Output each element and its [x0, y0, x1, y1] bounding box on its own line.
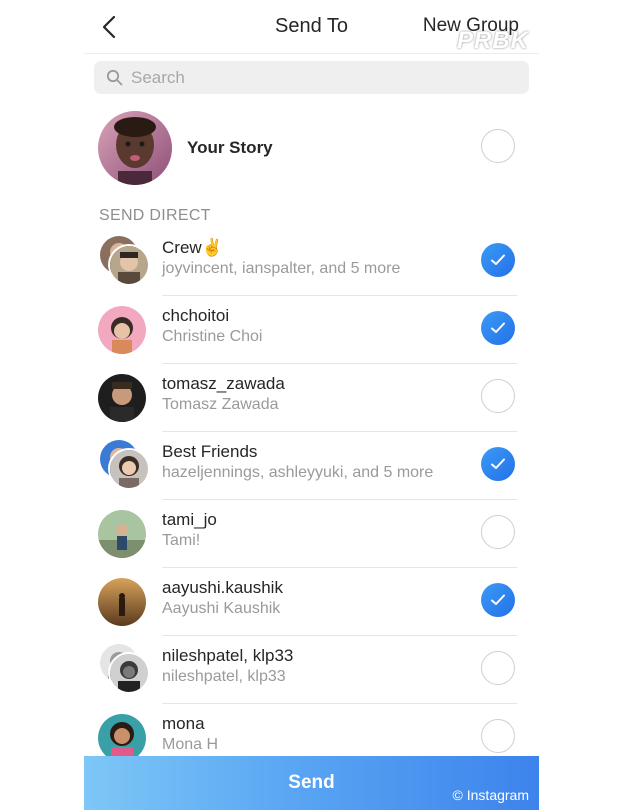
search-input[interactable]: [131, 61, 511, 94]
send-direct-header: SEND DIRECT: [99, 207, 211, 224]
avatar: [98, 306, 146, 354]
avatar: [98, 510, 146, 558]
select-checkbox[interactable]: [481, 447, 515, 481]
recipient-subtitle: joyvincent, ianspalter, and 5 more: [162, 260, 401, 277]
select-checkbox[interactable]: [481, 243, 515, 277]
recipient-subtitle: Mona H: [162, 736, 219, 753]
recipient-name: Best Friends: [162, 442, 258, 461]
recipient-subtitle: hazeljennings, ashleyyuki, and 5 more: [162, 464, 434, 481]
avatar: [108, 652, 150, 694]
recipient-row-aayushi-kaushik[interactable]: aayushi.kaushik Aayushi Kaushik: [84, 568, 539, 636]
recipient-subtitle: Tami!: [162, 532, 201, 549]
avatar: [98, 714, 146, 762]
recipient-row-tomasz-zawada[interactable]: tomasz_zawada Tomasz Zawada: [84, 364, 539, 432]
send-button[interactable]: Send © Instagram: [84, 756, 539, 810]
send-to-screen: Send To New Group PRBK Your Story SEND: [84, 0, 539, 810]
watermark: PRBK: [456, 27, 529, 54]
recipient-name: tomasz_zawada: [162, 374, 285, 393]
recipient-subtitle: Tomasz Zawada: [162, 396, 279, 413]
select-checkbox[interactable]: [481, 515, 515, 549]
recipient-name: nileshpatel, klp33: [162, 646, 294, 665]
recipient-subtitle: Aayushi Kaushik: [162, 600, 281, 617]
your-story-label: Your Story: [187, 138, 273, 157]
your-story-row[interactable]: Your Story: [84, 108, 539, 190]
select-checkbox[interactable]: [481, 583, 515, 617]
search-icon: [106, 69, 123, 86]
select-checkbox[interactable]: [481, 719, 515, 753]
avatar: [108, 448, 150, 490]
recipient-name: Crew✌️: [162, 238, 223, 257]
avatar: [98, 374, 146, 422]
recipient-row-tami-jo[interactable]: tami_jo Tami!: [84, 500, 539, 568]
search-bar[interactable]: [94, 61, 529, 94]
select-checkbox[interactable]: [481, 311, 515, 345]
copyright-credit: © Instagram: [452, 787, 529, 803]
recipient-row-chchoitoi[interactable]: chchoitoi Christine Choi: [84, 296, 539, 364]
recipient-name: chchoitoi: [162, 306, 230, 325]
avatar: [108, 244, 150, 286]
recipient-row-nileshpatel-klp33[interactable]: nileshpatel, klp33 nileshpatel, klp33: [84, 636, 539, 704]
recipient-row-crew[interactable]: Crew✌️ joyvincent, ianspalter, and 5 mor…: [84, 228, 539, 296]
check-icon: [491, 254, 505, 265]
recipient-name: aayushi.kaushik: [162, 578, 283, 597]
recipient-name: mona: [162, 714, 205, 733]
recipient-subtitle: nileshpatel, klp33: [162, 668, 286, 685]
header-bar: Send To New Group PRBK: [84, 0, 539, 54]
select-checkbox[interactable]: [481, 651, 515, 685]
avatar: [98, 111, 172, 185]
check-icon: [491, 458, 505, 469]
recipient-name: tami_jo: [162, 510, 217, 529]
your-story-select-circle[interactable]: [481, 129, 515, 163]
recipient-row-best-friends[interactable]: Best Friends hazeljennings, ashleyyuki, …: [84, 432, 539, 500]
check-icon: [491, 594, 505, 605]
avatar: [98, 578, 146, 626]
select-checkbox[interactable]: [481, 379, 515, 413]
check-icon: [491, 322, 505, 333]
recipient-subtitle: Christine Choi: [162, 328, 263, 345]
